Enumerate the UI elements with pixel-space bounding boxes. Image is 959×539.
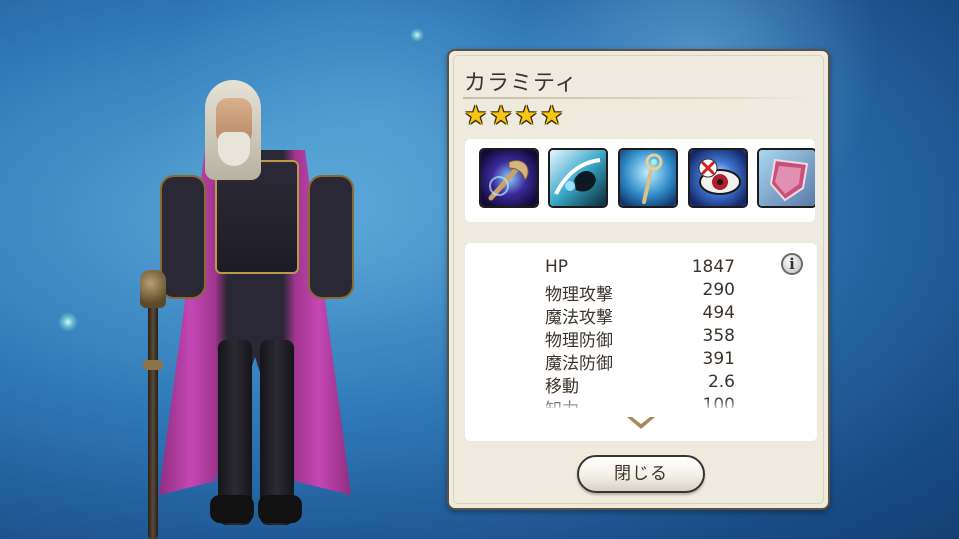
staff-icon xyxy=(148,285,158,539)
staff-ring xyxy=(143,360,163,370)
stat-row-physical-attack: 物理攻撃 290 xyxy=(545,280,735,305)
info-icon[interactable]: i xyxy=(781,253,803,275)
stat-label: 物理防御 xyxy=(545,331,613,351)
stat-row-physical-defense: 物理防御 358 xyxy=(545,326,735,351)
star-icon: ★ xyxy=(489,101,513,131)
divider xyxy=(463,97,811,99)
character-arm xyxy=(308,175,354,299)
magic-staff-skill-icon[interactable] xyxy=(618,148,678,208)
star-icon: ★ xyxy=(514,101,538,131)
rarity-stars: ★ ★ ★ ★ xyxy=(464,103,563,129)
chevron-down-icon[interactable] xyxy=(626,415,656,433)
stat-row-magic-defense: 魔法防御 391 xyxy=(545,349,735,374)
stat-label: HP xyxy=(545,257,569,277)
star-icon: ★ xyxy=(464,101,488,131)
stat-value: 494 xyxy=(702,303,735,323)
stat-value: 391 xyxy=(702,349,735,369)
stat-row-hp: HP 1847 xyxy=(545,257,735,280)
cursed-eye-skill-icon[interactable] xyxy=(688,148,748,208)
unit-detail-panel: カラミティ ★ ★ ★ ★ HP 1847 物理攻撃 290 魔法攻撃 494 … xyxy=(447,49,830,510)
staff-head xyxy=(140,270,166,308)
stat-label: 魔法攻撃 xyxy=(545,308,613,328)
stats-panel[interactable]: HP 1847 物理攻撃 290 魔法攻撃 494 物理防御 358 魔法防御 … xyxy=(465,243,817,441)
stat-label: 移動 xyxy=(545,377,579,397)
character-boot xyxy=(258,495,302,523)
sparkle-effect xyxy=(410,28,424,42)
character-arm xyxy=(160,175,206,299)
stat-row-movement: 移動 2.6 xyxy=(545,372,735,397)
character-portrait xyxy=(130,70,380,539)
close-button[interactable]: 閉じる xyxy=(577,455,705,493)
crimson-shield-skill-icon[interactable] xyxy=(757,148,815,208)
skill-list xyxy=(465,139,815,222)
stat-label: 魔法防御 xyxy=(545,354,613,374)
scythe-skill-icon[interactable] xyxy=(479,148,539,208)
character-beard xyxy=(218,132,250,166)
stat-label: 物理攻撃 xyxy=(545,285,613,305)
stat-value: 1847 xyxy=(691,257,735,277)
stat-value: 2.6 xyxy=(707,372,735,392)
sparkle-effect xyxy=(58,312,78,332)
stat-row-magic-attack: 魔法攻撃 494 xyxy=(545,303,735,328)
star-icon: ★ xyxy=(539,101,564,131)
stat-value: 358 xyxy=(702,326,735,346)
stat-value: 290 xyxy=(702,280,735,300)
shadow-strike-skill-icon[interactable] xyxy=(548,148,608,208)
unit-name: カラミティ xyxy=(464,71,578,96)
character-boot xyxy=(210,495,254,523)
